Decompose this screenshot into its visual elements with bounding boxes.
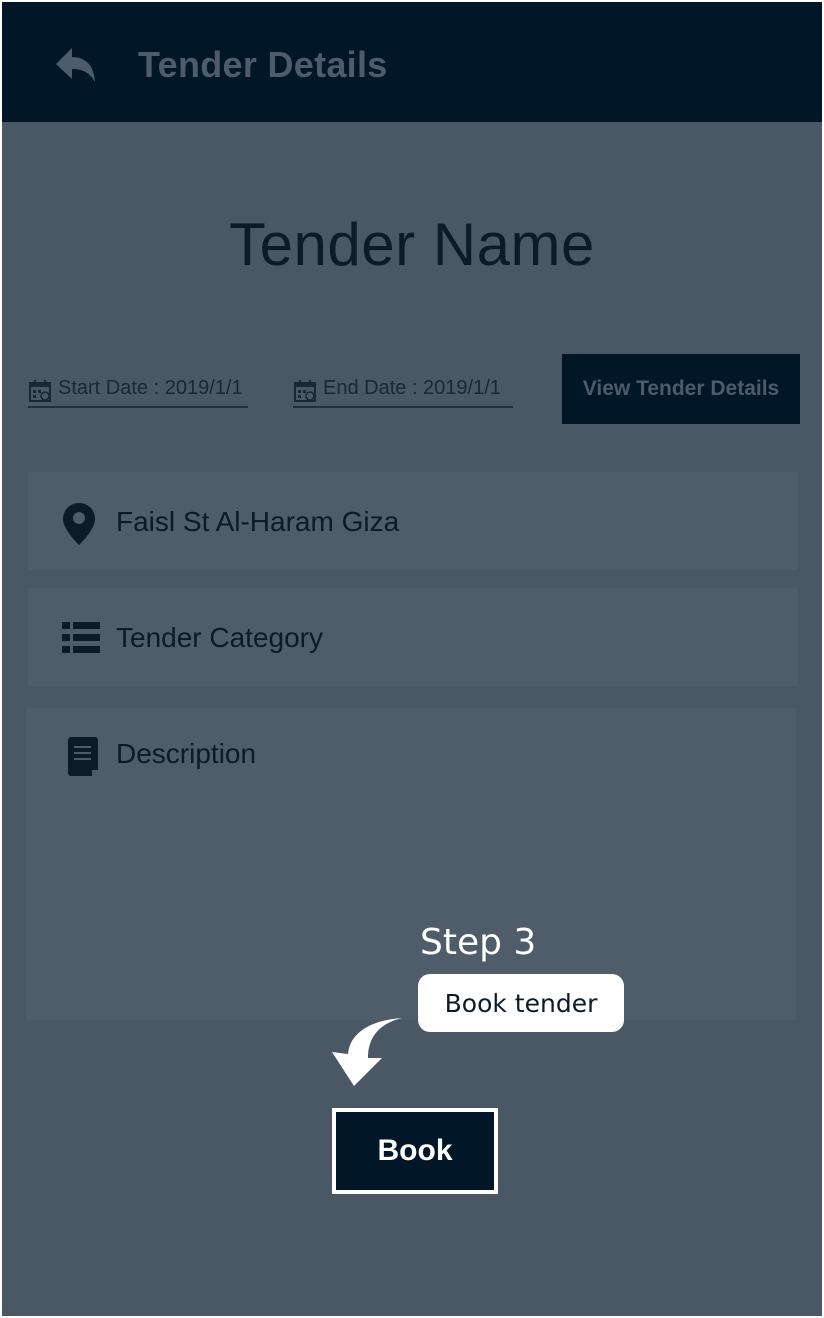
document-icon <box>68 737 98 776</box>
description-box: Description <box>26 708 796 1020</box>
reply-arrow-icon <box>56 48 95 82</box>
end-date-label: End Date : 2019/1/1 <box>323 377 501 399</box>
start-date-field[interactable]: Start Date : 2019/1/1 <box>28 374 248 408</box>
start-date-label: Start Date : 2019/1/1 <box>58 377 243 399</box>
category-text: Tender Category <box>116 622 324 653</box>
calendar-icon <box>294 380 316 402</box>
category-row: Tender Category <box>28 588 798 686</box>
calendar-icon <box>29 380 51 402</box>
tutorial-tooltip: Book tender <box>418 974 624 1032</box>
tutorial-step-title: Step 3 <box>420 922 537 963</box>
curved-arrow-icon <box>332 1018 402 1086</box>
page-title: Tender Details <box>138 44 388 85</box>
list-icon <box>62 622 100 653</box>
description-text: Description <box>116 738 257 769</box>
app-header: Tender Details <box>2 2 822 122</box>
view-tender-details-button[interactable]: View Tender Details <box>562 354 800 424</box>
tender-name-heading: Tender Name <box>229 211 595 278</box>
location-row: Faisl St Al-Haram Giza <box>28 472 798 570</box>
end-date-field[interactable]: End Date : 2019/1/1 <box>293 374 513 408</box>
screen: Tender Details Tender Name Start Date : … <box>2 2 822 1316</box>
map-pin-icon <box>63 503 95 545</box>
location-text: Faisl St Al-Haram Giza <box>116 506 400 537</box>
book-button[interactable]: Book <box>332 1108 498 1194</box>
back-button[interactable] <box>48 42 104 90</box>
tender-details-content: Tender Name Start Date : 2019/1/1 End Da… <box>2 122 822 1316</box>
